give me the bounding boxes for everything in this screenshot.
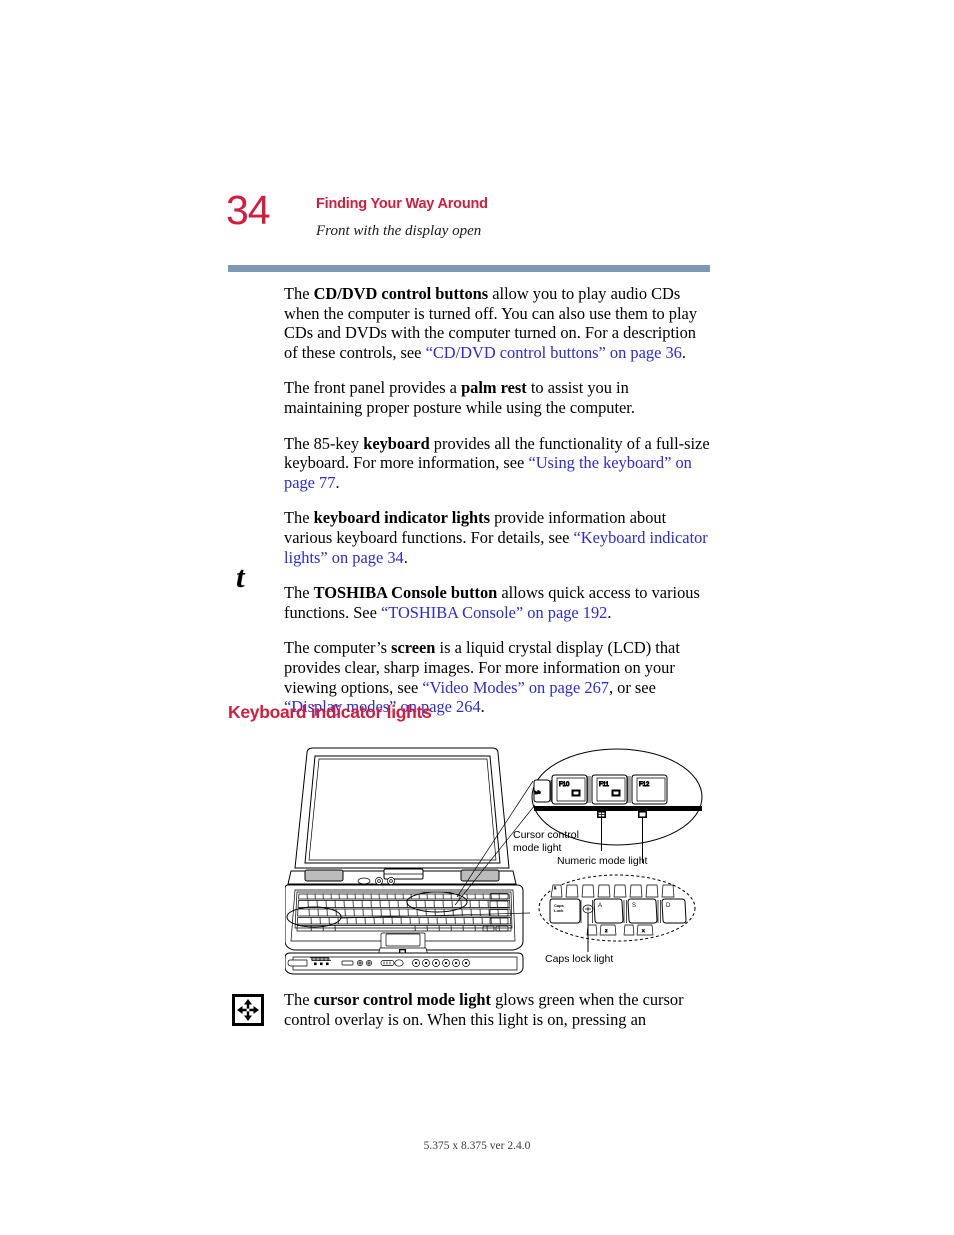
p-screen-text: The computer’s bbox=[284, 638, 392, 658]
p-palmrest: The front panel provides a palm rest to … bbox=[284, 378, 710, 417]
document-page: 34 Finding Your Way Around Front with th… bbox=[0, 0, 954, 1235]
svg-text:F12: F12 bbox=[639, 782, 650, 788]
p-cddvd-text: . bbox=[681, 342, 686, 362]
callout-line: Numeric mode light bbox=[557, 855, 648, 867]
toshiba-tip-icon: t bbox=[236, 559, 245, 594]
p-palmrest-text: The front panel provides a bbox=[284, 378, 462, 398]
p-screen-bold-term: screen bbox=[391, 638, 436, 658]
p-keyboard-bold-term: keyboard bbox=[363, 433, 430, 453]
p-screen-cross-reference-link[interactable]: “Video Modes” on page 267 bbox=[422, 678, 609, 697]
body-text-column: The CD/DVD control buttons allow you to … bbox=[284, 284, 710, 717]
p-cddvd-bold-term: CD/DVD control buttons bbox=[313, 284, 489, 303]
p-keyboard-text: . bbox=[335, 472, 340, 492]
section-heading-keyboard-indicator-lights: Keyboard indicator lights bbox=[228, 702, 432, 722]
svg-text:F11: F11 bbox=[599, 782, 610, 788]
note-text: The cursor control mode light glows gree… bbox=[284, 990, 712, 1029]
svg-text:A: A bbox=[598, 903, 602, 909]
p-console-button-text: . bbox=[607, 602, 612, 622]
p-indicator-lights: The keyboard indicator lights provide in… bbox=[284, 508, 710, 567]
p-console-button-text: The bbox=[284, 583, 314, 603]
chapter-title: Finding Your Way Around bbox=[316, 196, 488, 212]
note-bold-term: cursor control mode light bbox=[313, 990, 491, 1009]
svg-text:Lock: Lock bbox=[554, 908, 564, 913]
p-indicator-lights-text: The bbox=[284, 508, 314, 528]
header-divider-rule bbox=[228, 265, 710, 272]
page-header: Finding Your Way Around Front with the d… bbox=[316, 196, 736, 240]
callout-line: Caps lock light bbox=[545, 953, 614, 965]
p-cddvd: The CD/DVD control buttons allow you to … bbox=[284, 284, 710, 362]
p-console-button-bold-term: TOSHIBA Console button bbox=[313, 583, 498, 603]
p-cddvd-text: The bbox=[284, 284, 314, 303]
note-paragraph: The cursor control mode light glows gree… bbox=[284, 990, 712, 1029]
p-console-button-cross-reference-link[interactable]: “TOSHIBA Console” on page 192 bbox=[381, 603, 607, 622]
svg-text:F10: F10 bbox=[559, 782, 570, 788]
cursor-control-mode-icon bbox=[232, 994, 264, 1026]
p-palmrest-bold-term: palm rest bbox=[461, 378, 527, 398]
section-subtitle: Front with the display open bbox=[316, 223, 482, 240]
p-indicator-lights-text: . bbox=[403, 547, 408, 567]
laptop-indicator-lights-figure: .ln { fill:none; stroke:#000; stroke-wid… bbox=[285, 745, 705, 985]
svg-text:D: D bbox=[666, 903, 671, 909]
page-footer: 5.375 x 8.375 ver 2.4.0 bbox=[423, 1140, 531, 1152]
p-screen-text: , or see bbox=[608, 677, 656, 697]
p-keyboard-text: The 85-key bbox=[284, 433, 364, 453]
callout-line: Cursor control bbox=[513, 829, 579, 841]
callout-caps-lock-light: Caps lock light bbox=[545, 953, 613, 966]
p-keyboard: The 85-key keyboard provides all the fun… bbox=[284, 434, 710, 493]
p-indicator-lights-bold-term: keyboard indicator lights bbox=[313, 508, 490, 528]
svg-text:S: S bbox=[632, 903, 636, 909]
callout-numeric-mode-light: Numeric mode light bbox=[557, 855, 647, 868]
callout-line: mode light bbox=[513, 842, 562, 854]
callout-cursor-control-mode-light: Cursor control mode light bbox=[513, 829, 579, 855]
note-text: The bbox=[284, 990, 314, 1009]
p-cddvd-cross-reference-link[interactable]: “CD/DVD control buttons” on page 36 bbox=[426, 343, 682, 362]
page-number: 34 bbox=[226, 187, 271, 233]
p-console-button: The TOSHIBA Console button allows quick … bbox=[284, 583, 710, 622]
p-screen-text: . bbox=[480, 697, 485, 717]
svg-text:X: X bbox=[642, 928, 645, 933]
